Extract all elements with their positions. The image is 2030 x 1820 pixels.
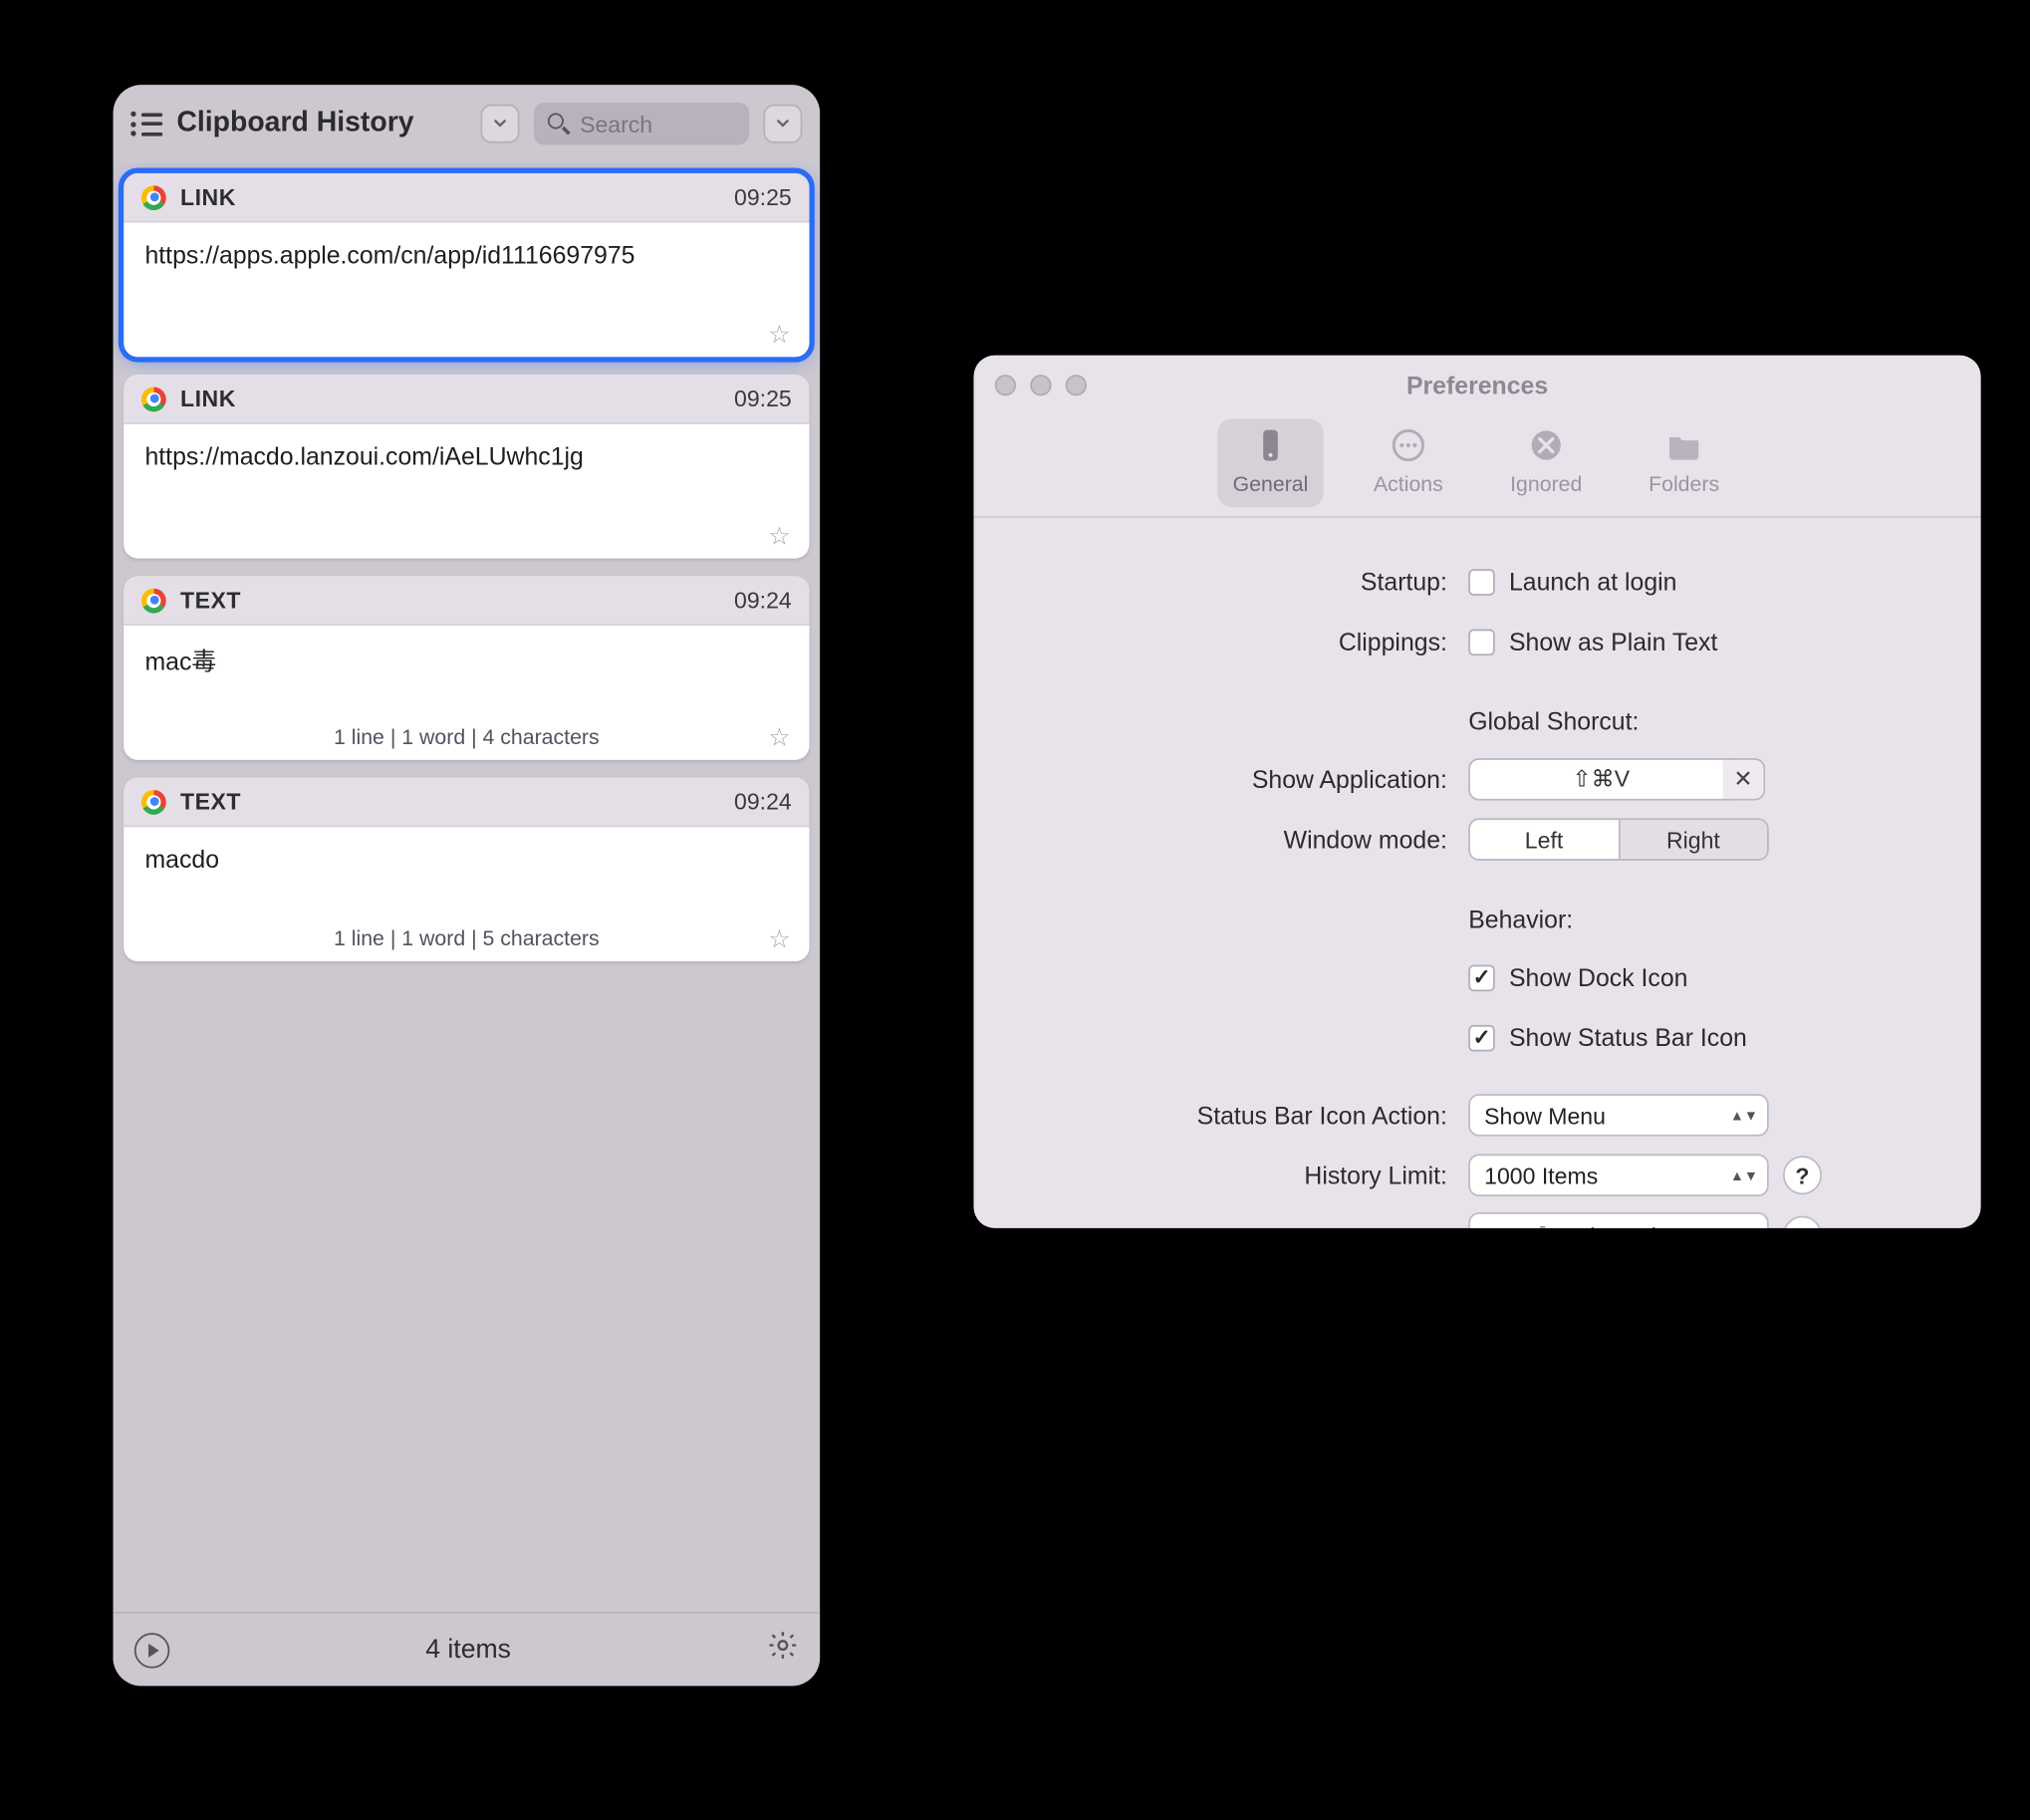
shortcut-value: ⇧⌘V (1572, 765, 1630, 793)
show-application-label: Show Application: (1009, 765, 1468, 793)
window-mode-segment: Left Right (1468, 818, 1769, 861)
clip-info: 1 line | 1 word | 4 characters (166, 724, 767, 749)
star-icon[interactable]: ☆ (767, 724, 792, 749)
show-plain-text-checkbox[interactable] (1468, 629, 1495, 655)
filter-dropdown-left[interactable] (481, 105, 520, 143)
gear-icon[interactable] (767, 1630, 799, 1671)
chrome-icon (141, 387, 166, 411)
chrome-icon (141, 789, 166, 814)
show-dock-icon-checkbox[interactable] (1468, 964, 1495, 991)
clear-history-text: Clear History (1574, 1222, 1706, 1228)
launch-at-login-text: Launch at login (1509, 567, 1676, 595)
clip-time: 09:24 (734, 587, 792, 614)
history-limit-popup[interactable]: 1000 Items ▲▼ (1468, 1154, 1769, 1196)
preferences-body: Startup: Launch at login Clippings: Show… (973, 518, 1980, 1228)
shortcut-clear-button[interactable]: ✕ (1723, 758, 1766, 801)
clip-card[interactable]: TEXT 09:24 mac毒 1 line | 1 word | 4 char… (124, 576, 809, 759)
filter-dropdown-right[interactable] (763, 105, 802, 143)
tab-ignored-label: Ignored (1510, 472, 1582, 497)
clip-card[interactable]: TEXT 09:24 macdo 1 line | 1 word | 5 cha… (124, 778, 809, 961)
clip-info: 1 line | 1 word | 5 characters (166, 926, 767, 951)
clip-card-header: TEXT 09:24 (124, 778, 809, 828)
search-field[interactable] (534, 103, 749, 145)
clip-card-header: TEXT 09:24 (124, 576, 809, 626)
clip-type-label: TEXT (180, 788, 241, 815)
clip-card[interactable]: LINK 09:25 https://apps.apple.com/cn/app… (124, 173, 809, 357)
window-mode-left[interactable]: Left (1470, 820, 1618, 859)
star-icon[interactable]: ☆ (767, 523, 792, 548)
history-limit-value: 1000 Items (1484, 1162, 1598, 1188)
clip-time: 09:25 (734, 386, 792, 412)
show-plain-text-text: Show as Plain Text (1509, 628, 1717, 655)
clear-history-help-button[interactable]: ? (1783, 1216, 1822, 1228)
clipboard-history-window: Clipboard History LINK 09:25 https://ap (114, 85, 821, 1686)
preferences-titlebar: Preferences (973, 356, 1980, 415)
window-mode-right[interactable]: Right (1618, 820, 1767, 859)
clipboard-header: Clipboard History (114, 85, 821, 162)
clipboard-list[interactable]: LINK 09:25 https://apps.apple.com/cn/app… (114, 162, 821, 1612)
close-icon[interactable] (995, 375, 1016, 395)
clip-time: 09:25 (734, 183, 792, 210)
global-shortcut-label: Global Shorcut: (1468, 707, 1639, 735)
tab-ignored[interactable]: Ignored (1493, 418, 1599, 507)
status-bar-action-label: Status Bar Icon Action: (1009, 1101, 1468, 1129)
clip-content: macdo (124, 827, 809, 925)
clipboard-footer: 4 items (114, 1612, 821, 1687)
preferences-window: Preferences General Actions Ignored Fold… (973, 356, 1980, 1228)
preferences-toolbar: General Actions Ignored Folders (973, 415, 1980, 518)
clip-card-header: LINK 09:25 (124, 173, 809, 223)
status-bar-action-popup[interactable]: Show Menu ▲▼ (1468, 1094, 1769, 1137)
chrome-icon (141, 588, 166, 613)
launch-at-login-checkbox[interactable] (1468, 568, 1495, 595)
show-dock-icon-text: Show Dock Icon (1509, 963, 1687, 991)
traffic-lights (995, 375, 1087, 395)
clippings-label: Clippings: (1009, 628, 1468, 655)
chevron-updown-icon: ▲▼ (1735, 1111, 1753, 1120)
clear-history-button[interactable]: Clear History (1468, 1212, 1769, 1228)
show-status-bar-icon-checkbox[interactable] (1468, 1024, 1495, 1051)
clip-type-label: LINK (180, 386, 236, 412)
play-icon[interactable] (134, 1632, 169, 1667)
show-status-bar-icon-text: Show Status Bar Icon (1509, 1023, 1747, 1051)
behavior-label: Behavior: (1468, 905, 1573, 932)
clip-card[interactable]: LINK 09:25 https://macdo.lanzoui.com/iAe… (124, 375, 809, 558)
clip-content: mac毒 (124, 626, 809, 724)
tab-general-label: General (1233, 472, 1309, 497)
preferences-title: Preferences (973, 372, 1980, 399)
clip-card-header: LINK 09:25 (124, 375, 809, 424)
clip-content: https://macdo.lanzoui.com/iAeLUwhc1jg (124, 424, 809, 523)
trash-icon (1531, 1223, 1556, 1228)
tab-general[interactable]: General (1217, 418, 1323, 507)
tab-folders-label: Folders (1649, 472, 1719, 497)
history-limit-label: History Limit: (1009, 1162, 1468, 1189)
clipboard-title: Clipboard History (176, 108, 413, 139)
list-icon[interactable] (130, 112, 162, 136)
status-bar-action-value: Show Menu (1484, 1102, 1606, 1129)
clip-content: https://apps.apple.com/cn/app/id11166979… (124, 223, 809, 322)
zoom-icon[interactable] (1066, 375, 1087, 395)
search-input[interactable] (577, 109, 735, 138)
chevron-updown-icon: ▲▼ (1735, 1170, 1753, 1179)
tab-folders[interactable]: Folders (1631, 418, 1736, 507)
chrome-icon (141, 184, 166, 209)
shortcut-field[interactable]: ⇧⌘V (1468, 758, 1733, 801)
clip-type-label: LINK (180, 183, 236, 210)
clip-time: 09:24 (734, 788, 792, 815)
clip-type-label: TEXT (180, 587, 241, 614)
history-limit-help-button[interactable]: ? (1783, 1156, 1822, 1194)
window-mode-label: Window mode: (1009, 825, 1468, 853)
startup-label: Startup: (1009, 567, 1468, 595)
search-icon (548, 114, 566, 134)
tab-actions[interactable]: Actions (1356, 418, 1461, 507)
tab-actions-label: Actions (1374, 472, 1443, 497)
minimize-icon[interactable] (1030, 375, 1051, 395)
star-icon[interactable]: ☆ (767, 926, 792, 951)
item-count: 4 items (425, 1635, 511, 1665)
star-icon[interactable]: ☆ (767, 322, 792, 347)
